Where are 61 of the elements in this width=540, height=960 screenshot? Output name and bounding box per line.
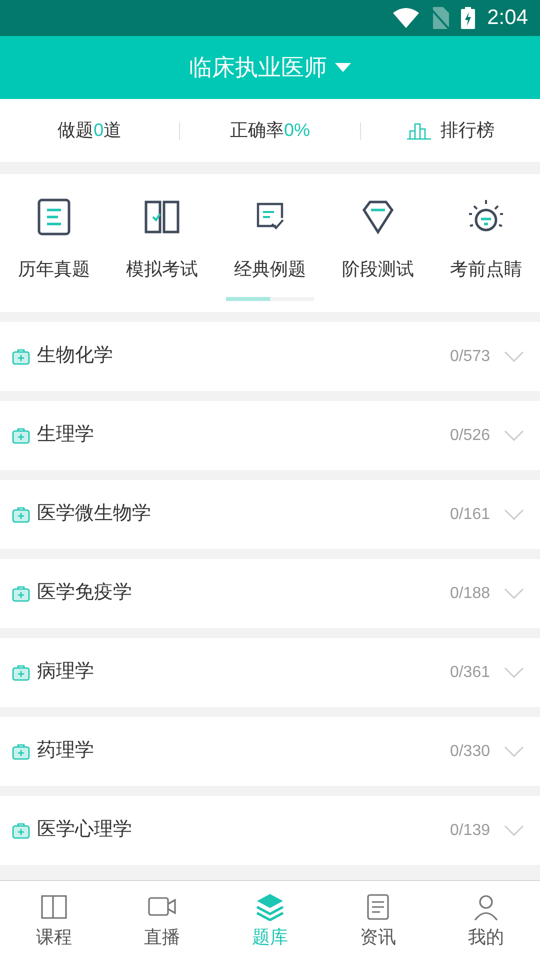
chevron-down-icon	[504, 825, 524, 836]
subject-row[interactable]: 生理学 0/526	[0, 401, 540, 470]
chevron-down-icon	[504, 430, 524, 441]
chevron-down-icon	[504, 667, 524, 678]
progress-count: 0/361	[450, 662, 490, 682]
chevron-down-icon	[504, 509, 524, 520]
nav-tab[interactable]: 我的	[432, 881, 540, 960]
ranking-button[interactable]: 排行榜	[406, 117, 494, 144]
caret-icon	[335, 63, 351, 72]
status-time: 2:04	[487, 5, 528, 32]
subject-name: 生理学	[37, 423, 95, 448]
medical-kit-icon	[12, 822, 30, 838]
category-button[interactable]: 历年真题	[0, 198, 108, 283]
progress-count: 0/526	[450, 426, 490, 446]
subject-name: 医学免疫学	[37, 581, 133, 606]
wifi-icon	[393, 8, 420, 28]
chevron-down-icon	[504, 351, 524, 362]
subject-row[interactable]: 生物化学 0/573	[0, 322, 540, 391]
medical-kit-icon	[12, 348, 30, 364]
progress-count: 0/330	[450, 742, 490, 762]
subject-name: 医学心理学	[37, 818, 133, 842]
subject-name: 病理学	[37, 660, 95, 684]
subject-name: 生物化学	[37, 344, 114, 368]
nav-tab[interactable]: 资讯	[324, 881, 432, 960]
category-button[interactable]: 考前点睛	[432, 198, 540, 283]
questions-done-stat: 做题0道	[58, 119, 122, 142]
subject-row[interactable]: 医学微生物学 0/161	[0, 480, 540, 549]
subject-row[interactable]: 病理学 0/361	[0, 638, 540, 707]
progress-count: 0/573	[450, 346, 490, 366]
person-icon	[472, 893, 500, 921]
progress-count: 0/161	[450, 504, 490, 524]
open-book-icon	[144, 198, 180, 236]
no-sim-icon	[431, 7, 450, 29]
accuracy-stat: 正确率0%	[230, 119, 310, 142]
document-icon	[36, 198, 72, 236]
book-icon	[40, 893, 68, 921]
battery-icon	[461, 7, 476, 29]
medical-kit-icon	[12, 428, 30, 444]
diamond-icon	[360, 198, 396, 236]
scroll-thumb	[226, 297, 270, 301]
medical-kit-icon	[12, 506, 30, 522]
medical-kit-icon	[12, 664, 30, 680]
subject-row[interactable]: 医学免疫学 0/188	[0, 559, 540, 628]
subject-row[interactable]: 医学心理学 0/139	[0, 796, 540, 865]
bar-chart-icon	[406, 122, 432, 140]
subject-name: 医学微生物学	[37, 502, 152, 526]
chevron-down-icon	[504, 588, 524, 599]
chevron-down-icon	[504, 746, 524, 757]
category-button[interactable]: 阶段测试	[324, 198, 432, 283]
category-button[interactable]: 模拟考试	[108, 198, 216, 283]
medical-kit-icon	[12, 744, 30, 760]
progress-count: 0/188	[450, 584, 490, 604]
nav-tab[interactable]: 直播	[108, 881, 216, 960]
subject-name: 药理学	[37, 739, 95, 764]
nav-tab[interactable]: 课程	[0, 881, 108, 960]
layers-icon	[256, 893, 284, 921]
medical-kit-icon	[12, 586, 30, 602]
category-button[interactable]: 经典例题	[216, 198, 324, 283]
document-icon	[364, 893, 392, 921]
subject-row[interactable]: 药理学 0/330	[0, 717, 540, 786]
progress-count: 0/139	[450, 820, 490, 840]
